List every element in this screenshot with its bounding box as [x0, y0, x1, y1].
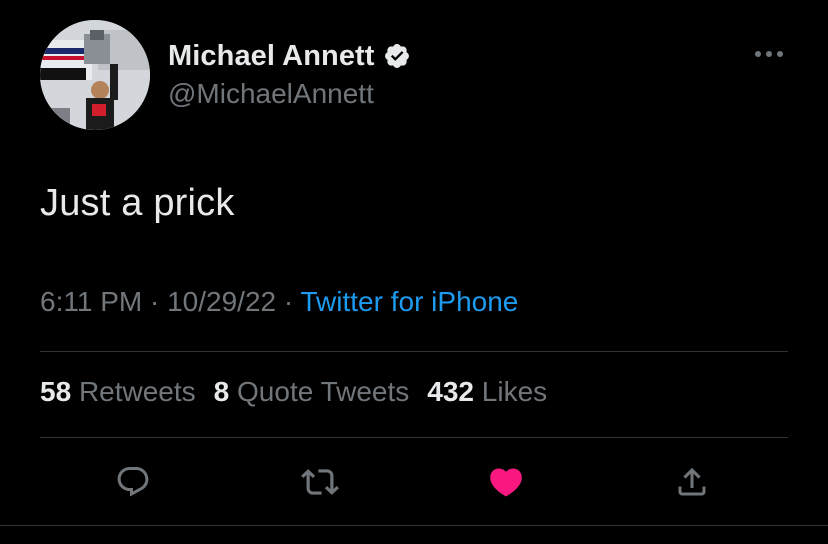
- tweet-text: Just a prick: [40, 182, 235, 224]
- reply-icon: [117, 467, 149, 497]
- user-handle[interactable]: @MichaelAnnett: [168, 78, 374, 110]
- likes-label: Likes: [481, 376, 548, 407]
- meta-separator: ·: [283, 286, 294, 317]
- quotes-count: 8: [213, 376, 230, 407]
- tweet-detail: Michael Annett @MichaelAnnett Just a pri…: [0, 0, 828, 544]
- share-icon: [678, 467, 706, 496]
- quotes-label: Quote Tweets: [237, 376, 410, 407]
- divider: [40, 351, 788, 352]
- name-row: Michael Annett: [168, 38, 411, 74]
- quote-tweets-stat[interactable]: 8 Quote Tweets: [214, 376, 410, 407]
- like-button[interactable]: [486, 462, 526, 502]
- display-name[interactable]: Michael Annett: [168, 40, 375, 73]
- reply-button[interactable]: [113, 462, 153, 502]
- tweet-stats: 58 Retweets 8 Quote Tweets 432 Likes: [40, 376, 547, 408]
- divider: [40, 437, 788, 438]
- avatar-icon: [40, 20, 150, 130]
- avatar[interactable]: [40, 20, 150, 130]
- verified-badge-icon: [384, 44, 409, 68]
- bottom-divider: [0, 525, 828, 526]
- retweets-label: Retweets: [78, 376, 196, 407]
- likes-stat[interactable]: 432 Likes: [427, 376, 547, 407]
- retweets-stat[interactable]: 58 Retweets: [40, 376, 196, 407]
- meta-separator: ·: [149, 286, 160, 317]
- tweet-meta: 6:11 PM · 10/29/22 · Twitter for iPhone: [40, 286, 518, 318]
- share-button[interactable]: [672, 462, 712, 502]
- tweet-source-link[interactable]: Twitter for iPhone: [300, 286, 518, 317]
- heart-icon: [490, 468, 522, 497]
- retweets-count: 58: [40, 376, 72, 407]
- retweet-icon: [301, 469, 339, 495]
- retweet-button[interactable]: [300, 462, 340, 502]
- tweet-date[interactable]: 10/29/22: [167, 286, 276, 317]
- more-icon: [755, 51, 783, 57]
- more-options-button[interactable]: [752, 42, 786, 66]
- tweet-time[interactable]: 6:11 PM: [40, 286, 142, 317]
- likes-count: 432: [427, 376, 474, 407]
